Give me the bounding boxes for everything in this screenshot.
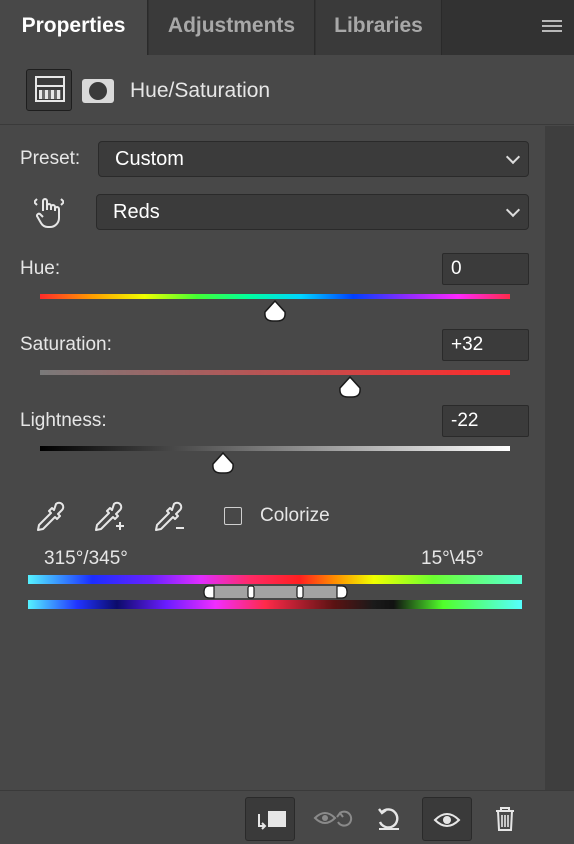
eye-icon[interactable] xyxy=(422,797,472,841)
panel-header: Hue/Saturation xyxy=(0,55,574,125)
clip-to-layer-icon[interactable] xyxy=(245,797,295,841)
lightness-slider-thumb[interactable] xyxy=(211,452,235,474)
hue-label: Hue: xyxy=(20,258,61,279)
hue-slider-track[interactable] xyxy=(40,294,510,299)
mask-icon[interactable] xyxy=(82,79,114,103)
panel-title: Hue/Saturation xyxy=(130,79,271,102)
hue-input[interactable]: 0 xyxy=(442,253,529,285)
eyedropper-minus-icon[interactable] xyxy=(152,500,186,534)
channel-value: Reds xyxy=(113,201,160,223)
range-selection-bar[interactable] xyxy=(212,586,338,598)
scrollbar[interactable] xyxy=(545,126,574,790)
saturation-slider-thumb[interactable] xyxy=(338,376,362,398)
saturation-input[interactable]: +32 xyxy=(442,329,529,361)
reset-icon[interactable] xyxy=(365,797,415,841)
output-hue-spectrum xyxy=(28,600,522,609)
lightness-label: Lightness: xyxy=(20,410,107,431)
tab-bar: Properties Adjustments Libraries xyxy=(0,0,574,55)
panel-footer xyxy=(0,790,574,844)
input-hue-spectrum xyxy=(28,575,522,584)
channel-dropdown[interactable]: Reds xyxy=(96,194,529,230)
eyedropper-icon[interactable] xyxy=(34,500,68,534)
tab-libraries[interactable]: Libraries xyxy=(316,0,442,55)
colorize-checkbox[interactable] xyxy=(224,507,242,525)
hue-slider-thumb[interactable] xyxy=(263,300,287,322)
lightness-input[interactable]: -22 xyxy=(442,405,529,437)
hue-saturation-icon[interactable] xyxy=(26,69,72,111)
trash-icon[interactable] xyxy=(480,797,530,841)
chevron-down-icon xyxy=(505,149,521,165)
saturation-slider-track[interactable] xyxy=(40,370,510,375)
lightness-slider-track[interactable] xyxy=(40,446,510,451)
preset-dropdown[interactable]: Custom xyxy=(98,141,529,177)
view-previous-state-icon[interactable] xyxy=(307,797,357,841)
preset-label: Preset: xyxy=(20,148,81,169)
tab-adjustments[interactable]: Adjustments xyxy=(149,0,315,55)
range-right-label: 15°\45° xyxy=(421,548,484,569)
hamburger-menu-icon[interactable] xyxy=(542,20,562,34)
range-left-label: 315°/345° xyxy=(44,548,128,569)
tab-properties[interactable]: Properties xyxy=(0,0,148,55)
colorize-label: Colorize xyxy=(260,505,330,526)
chevron-down-icon xyxy=(505,202,521,218)
saturation-label: Saturation: xyxy=(20,334,112,355)
preset-value: Custom xyxy=(115,148,184,170)
eyedropper-plus-icon[interactable] xyxy=(92,500,126,534)
targeted-adjustment-hand-icon[interactable] xyxy=(32,195,66,235)
